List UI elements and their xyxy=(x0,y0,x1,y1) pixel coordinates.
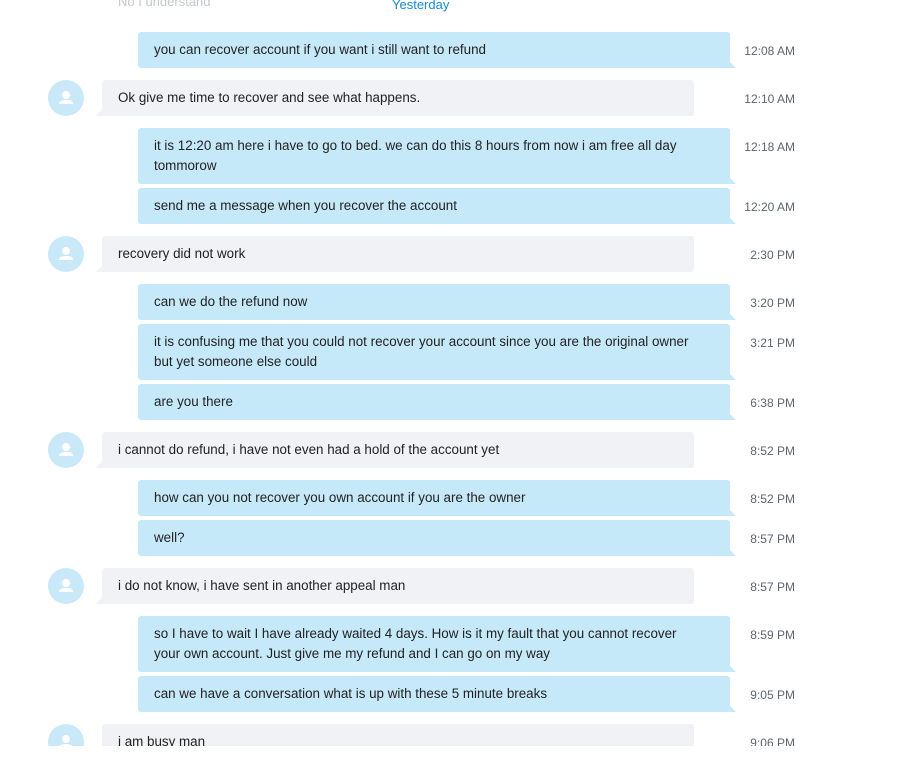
person-icon xyxy=(59,247,73,260)
message-timestamp: 12:18 AM xyxy=(744,140,795,154)
outgoing-message[interactable]: can we have a conversation what is up wi… xyxy=(138,676,736,712)
incoming-message[interactable]: i am busy man xyxy=(102,724,694,746)
message-timestamp: 12:20 AM xyxy=(744,200,795,214)
outgoing-message[interactable]: how can you not recover you own account … xyxy=(138,480,736,516)
outgoing-message[interactable]: so I have to wait I have already waited … xyxy=(138,616,736,672)
message-timestamp: 9:05 PM xyxy=(750,688,795,702)
message-timestamp: 9:06 PM xyxy=(750,736,795,746)
message-timestamp: 2:30 PM xyxy=(750,248,795,262)
previous-message-fragment: No I understand xyxy=(118,0,211,9)
outgoing-message[interactable]: it is confusing me that you could not re… xyxy=(138,324,736,380)
outgoing-message[interactable]: can we do the refund now xyxy=(138,284,736,320)
message-timestamp: 8:59 PM xyxy=(750,628,795,642)
day-separator: Yesterday xyxy=(392,0,450,12)
outgoing-message[interactable]: it is 12:20 am here i have to go to bed.… xyxy=(138,128,736,184)
message-timestamp: 8:57 PM xyxy=(750,580,795,594)
person-icon xyxy=(59,443,73,456)
person-icon xyxy=(59,735,73,746)
incoming-message[interactable]: i cannot do refund, i have not even had … xyxy=(96,432,694,468)
contact-avatar[interactable] xyxy=(48,724,84,746)
chat-history: No I understand Yesterday you can recove… xyxy=(0,0,904,746)
message-timestamp: 12:08 AM xyxy=(744,44,795,58)
outgoing-message[interactable]: well? xyxy=(138,520,736,556)
outgoing-message[interactable]: are you there xyxy=(138,384,736,420)
incoming-message[interactable]: i do not know, i have sent in another ap… xyxy=(96,568,694,604)
message-timestamp: 8:57 PM xyxy=(750,532,795,546)
outgoing-message[interactable]: send me a message when you recover the a… xyxy=(138,188,736,224)
message-timestamp: 3:20 PM xyxy=(750,296,795,310)
contact-avatar[interactable] xyxy=(48,236,84,272)
message-timestamp: 8:52 PM xyxy=(750,444,795,458)
message-timestamp: 3:21 PM xyxy=(750,336,795,350)
incoming-message[interactable]: Ok give me time to recover and see what … xyxy=(96,80,694,116)
message-timestamp: 8:52 PM xyxy=(750,492,795,506)
incoming-message[interactable]: recovery did not work xyxy=(96,236,694,272)
contact-avatar[interactable] xyxy=(48,80,84,116)
person-icon xyxy=(59,579,73,592)
message-timestamp: 12:10 AM xyxy=(744,92,795,106)
person-icon xyxy=(59,91,73,104)
contact-avatar[interactable] xyxy=(48,568,84,604)
outgoing-message[interactable]: you can recover account if you want i st… xyxy=(138,32,736,68)
contact-avatar[interactable] xyxy=(48,432,84,468)
message-timestamp: 6:38 PM xyxy=(750,396,795,410)
